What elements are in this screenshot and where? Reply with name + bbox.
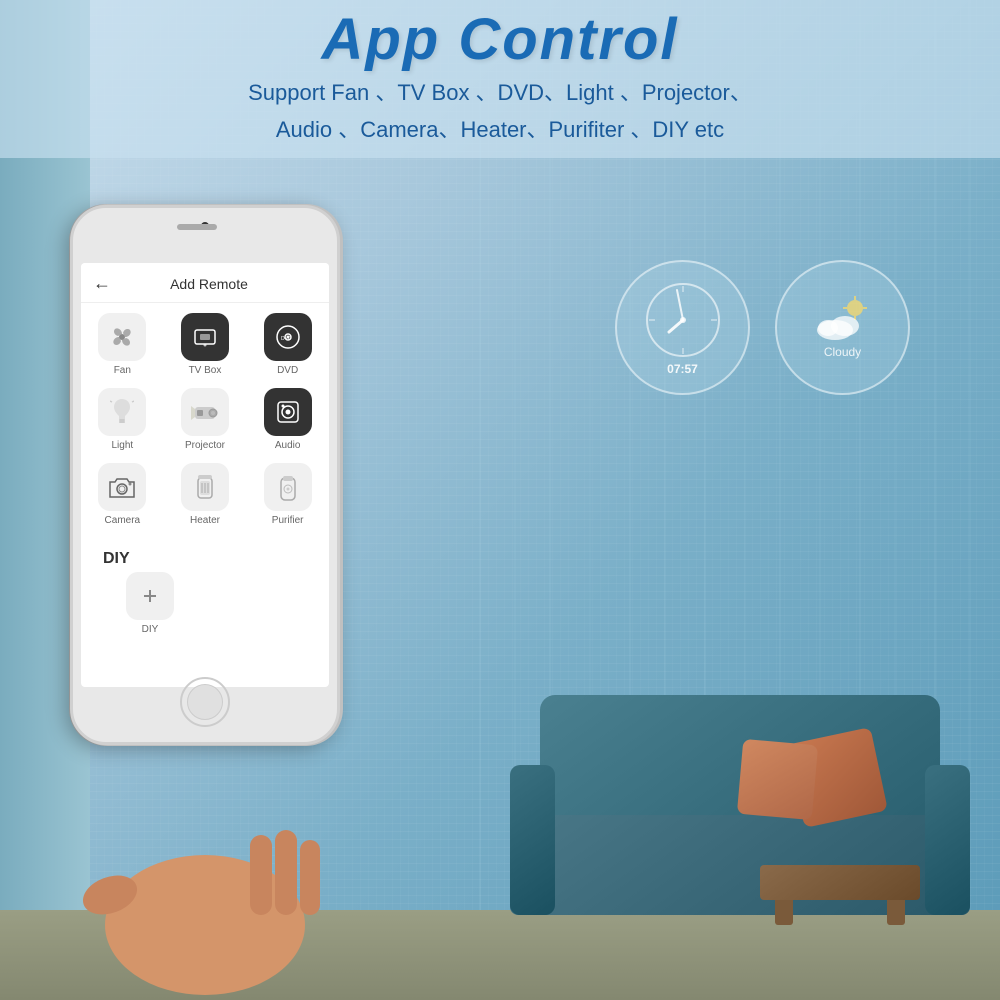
- volume-down-button: [70, 403, 72, 438]
- weather-label: Cloudy: [824, 345, 861, 359]
- camera-item[interactable]: Camera: [87, 463, 157, 526]
- pillow-2: [737, 739, 818, 820]
- heater-item[interactable]: Heater: [170, 463, 240, 526]
- diy-row: DIY: [93, 572, 317, 635]
- volume-up-button: [70, 353, 72, 388]
- tvbox-icon: [191, 326, 219, 348]
- camera-icon: [107, 474, 137, 500]
- power-button: [338, 328, 340, 383]
- audio-item[interactable]: Audio: [253, 388, 323, 451]
- fan-label: Fan: [114, 365, 131, 376]
- sofa-arm-left: [510, 765, 555, 915]
- back-button[interactable]: ←: [93, 273, 111, 294]
- purifier-icon: [279, 472, 297, 502]
- clock-time: 07:57: [667, 362, 698, 376]
- audio-icon-box: [264, 388, 312, 436]
- app-content: Fan TV Box: [81, 303, 329, 685]
- audio-icon: [274, 398, 302, 426]
- app-header: ← Add Remote: [81, 263, 329, 303]
- fan-icon-box: [98, 313, 146, 361]
- purifier-label: Purifier: [272, 515, 304, 526]
- hand-phone-container: ← Add Remote: [60, 185, 380, 985]
- dvd-item[interactable]: DVD DVD: [253, 313, 323, 376]
- diy-section-title: DIY: [93, 542, 317, 572]
- clock-face-svg: [643, 280, 723, 360]
- cloud-icon-svg: [813, 296, 873, 341]
- diy-label: DIY: [142, 624, 159, 635]
- heater-label: Heater: [190, 515, 220, 526]
- fan-icon: [108, 323, 136, 351]
- device-row-1: Fan TV Box: [81, 303, 329, 376]
- camera-icon-box: [98, 463, 146, 511]
- heater-icon-box: [181, 463, 229, 511]
- home-button[interactable]: [180, 677, 230, 727]
- audio-label: Audio: [275, 440, 301, 451]
- light-item[interactable]: Light: [87, 388, 157, 451]
- home-button-inner: [187, 684, 223, 720]
- tvbox-label: TV Box: [189, 365, 222, 376]
- diy-icon: [137, 583, 163, 609]
- phone-screen: ← Add Remote: [81, 263, 329, 687]
- page-subtitle-line1: Support Fan 、TV Box 、DVD、Light 、Projecto…: [0, 76, 1000, 109]
- device-row-2: Light Pr: [81, 384, 329, 451]
- clock-widget: 07:57: [615, 260, 750, 395]
- diy-item[interactable]: DIY: [115, 572, 185, 635]
- tvbox-icon-box: [181, 313, 229, 361]
- mute-switch: [70, 308, 72, 338]
- projector-item[interactable]: Projector: [170, 388, 240, 451]
- heater-icon: [194, 472, 216, 502]
- smartphone: ← Add Remote: [70, 205, 340, 745]
- device-row-3: Camera H: [81, 459, 329, 526]
- fan-item[interactable]: Fan: [87, 313, 157, 376]
- purifier-item[interactable]: Purifier: [253, 463, 323, 526]
- earpiece-speaker: [177, 224, 217, 230]
- projector-label: Projector: [185, 440, 225, 451]
- weather-widget: Cloudy: [775, 260, 910, 395]
- app-screen-title: Add Remote: [121, 276, 317, 292]
- light-icon: [110, 397, 134, 427]
- light-label: Light: [111, 440, 133, 451]
- tvbox-item[interactable]: TV Box: [170, 313, 240, 376]
- dvd-icon-box: DVD: [264, 313, 312, 361]
- page-subtitle-line2: Audio 、Camera、Heater、Purifiter 、DIY etc: [0, 113, 1000, 146]
- diy-section: DIY DIY: [81, 534, 329, 647]
- hand: [80, 775, 310, 985]
- light-icon-box: [98, 388, 146, 436]
- page-header: App Control Support Fan 、TV Box 、DVD、Lig…: [0, 0, 1000, 158]
- diy-icon-box: [126, 572, 174, 620]
- sofa-arm-right: [925, 765, 970, 915]
- hand-svg: [80, 775, 330, 995]
- projector-icon-box: [181, 388, 229, 436]
- camera-label: Camera: [105, 515, 141, 526]
- coffee-table: [760, 865, 920, 900]
- dvd-icon: DVD: [274, 323, 302, 351]
- projector-icon: [189, 402, 221, 422]
- page-title: App Control: [0, 8, 1000, 72]
- dvd-label: DVD: [277, 365, 298, 376]
- purifier-icon-box: [264, 463, 312, 511]
- svg-text:DVD: DVD: [281, 336, 292, 342]
